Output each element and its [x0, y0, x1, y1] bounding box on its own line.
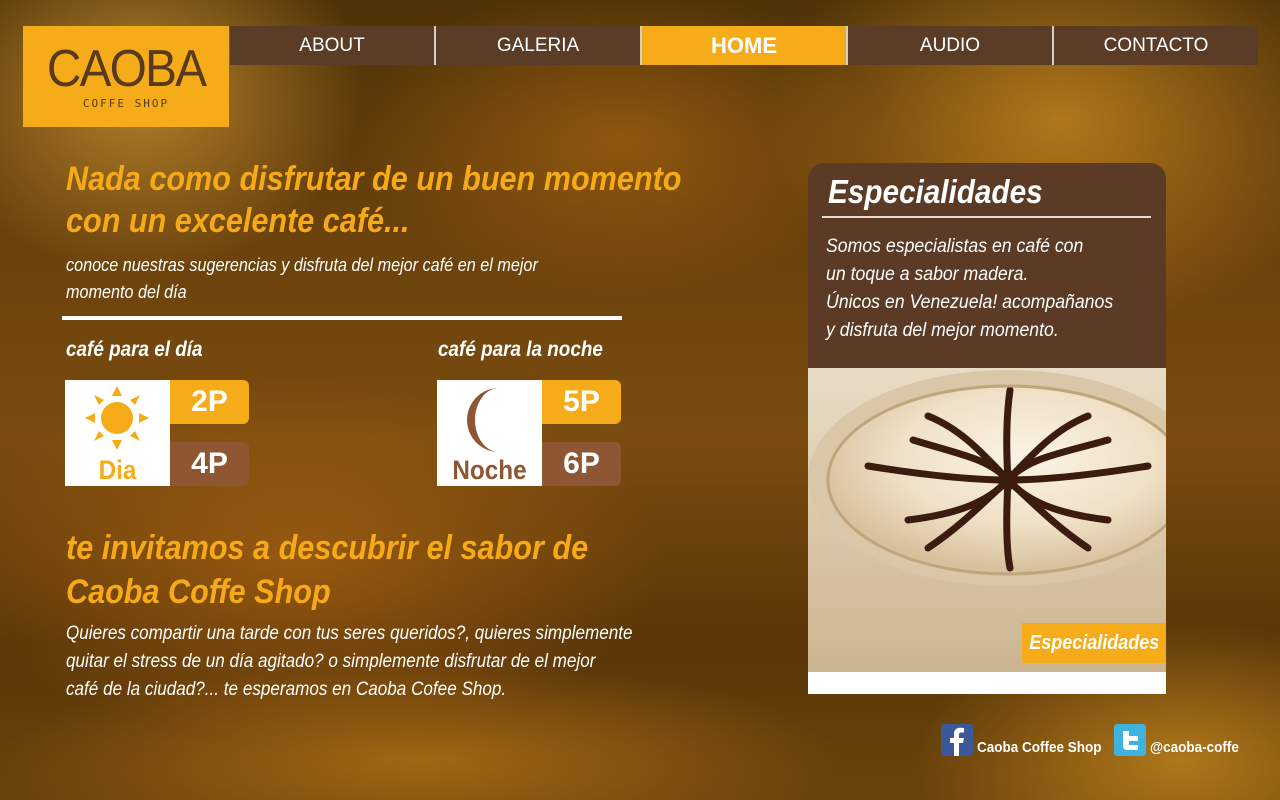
twitter-icon — [1114, 724, 1146, 756]
day-label: café para el día — [66, 338, 203, 361]
facebook-icon — [941, 724, 973, 756]
day-time-early[interactable]: 2P — [170, 380, 249, 424]
facebook-link[interactable]: Caoba Coffee Shop — [941, 724, 1115, 756]
hero-headline: Nada como disfrutar de un buen momento c… — [66, 158, 696, 242]
sun-icon — [85, 386, 149, 450]
invite-headline-line1: te invitamos a descubrir el sabor de — [66, 529, 589, 567]
specialties-badge[interactable]: Especialidades — [1022, 623, 1166, 663]
day-icon-text: Dia — [98, 455, 137, 485]
specialties-title: Especialidades — [828, 173, 1043, 210]
night-icon-text: Noche — [452, 455, 527, 485]
hero-headline-line2: con un excelente café... — [66, 202, 410, 240]
nav-item-home[interactable]: HOME — [642, 26, 848, 65]
moon-icon — [467, 388, 499, 452]
specialties-line2: un toque a sabor madera. — [826, 264, 1029, 285]
invite-body-line3: café de la ciudad?... te esperamos en Ca… — [66, 679, 507, 700]
specialties-text: Somos especialistas en café con un toque… — [826, 233, 1142, 345]
day-time-late[interactable]: 4P — [170, 442, 249, 486]
night-label: café para la noche — [438, 338, 603, 361]
invite-headline: te invitamos a descubrir el sabor de Cao… — [66, 526, 642, 614]
logo[interactable]: CAOBA COFFE SHOP — [23, 26, 229, 127]
nav-item-audio[interactable]: AUDIO — [848, 26, 1054, 65]
specialties-badge-label: Especialidades — [1028, 631, 1160, 654]
specialties-line1: Somos especialistas en café con — [826, 236, 1084, 257]
logo-tagline: COFFE SHOP — [82, 97, 170, 110]
section-divider — [62, 316, 622, 320]
hero-subline: conoce nuestras sugerencias y disfruta d… — [66, 255, 538, 302]
specialties-rule — [822, 216, 1151, 218]
invite-body-line1: Quieres compartir una tarde con tus sere… — [66, 623, 633, 644]
main-nav: ABOUT GALERIA HOME AUDIO CONTACTO — [230, 26, 1258, 65]
hero-headline-line1: Nada como disfrutar de un buen momento — [66, 160, 682, 198]
night-time-early[interactable]: 5P — [542, 380, 621, 424]
specialties-line4: y disfruta del mejor momento. — [826, 320, 1059, 341]
nav-item-contacto[interactable]: CONTACTO — [1054, 26, 1258, 65]
specialties-panel: Especialidades Somos especialistas en ca… — [808, 163, 1166, 694]
night-time-late[interactable]: 6P — [542, 442, 621, 486]
specialties-line3: Únicos en Venezuela! acompañanos — [826, 292, 1114, 313]
invite-body-line2: quitar el stress de un día agitado? o si… — [66, 651, 596, 672]
day-icon-box: Dia — [65, 380, 170, 486]
twitter-label: @caoba-coffe — [1150, 739, 1239, 756]
specialties-footer-bar — [808, 672, 1166, 694]
night-icon-box: Noche — [437, 380, 542, 486]
day-card: Dia 2P 4P — [65, 380, 249, 486]
twitter-link[interactable]: @caoba-coffe — [1114, 724, 1249, 756]
facebook-label: Caoba Coffee Shop — [977, 739, 1102, 756]
logo-wordmark: CAOBA — [46, 40, 207, 98]
invite-headline-line2: Caoba Coffe Shop — [66, 573, 331, 611]
invite-body: Quieres compartir una tarde con tus sere… — [66, 620, 678, 704]
nav-item-galeria[interactable]: GALERIA — [436, 26, 642, 65]
night-card: Noche 5P 6P — [437, 380, 621, 486]
nav-item-about[interactable]: ABOUT — [230, 26, 436, 65]
